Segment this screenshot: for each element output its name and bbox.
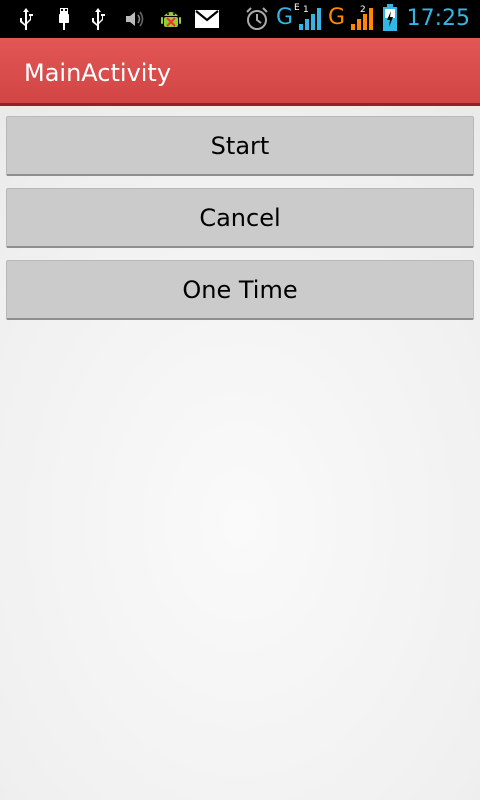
signal-icon (348, 6, 376, 32)
network-type-label: G (328, 5, 346, 30)
battery-charging-icon (380, 4, 400, 31)
cancel-button[interactable]: Cancel (6, 188, 474, 248)
speaker-icon (124, 6, 146, 32)
page-title: MainActivity (24, 59, 172, 87)
status-bar: G E 1 G 2 17:25 (0, 0, 480, 38)
alarm-icon (244, 6, 270, 32)
usb-icon (88, 6, 108, 32)
network-type-label: G (276, 5, 294, 30)
email-icon (194, 6, 220, 32)
start-button[interactable]: Start (6, 116, 474, 176)
signal-icon (296, 6, 324, 32)
usb-plug-icon (54, 6, 74, 32)
android-debug-icon (158, 6, 184, 32)
action-bar: MainActivity (0, 38, 480, 106)
one-time-button[interactable]: One Time (6, 260, 474, 320)
usb-icon (16, 6, 36, 32)
main-content: Start Cancel One Time (0, 106, 480, 800)
clock-time: 17:25 (406, 6, 470, 31)
